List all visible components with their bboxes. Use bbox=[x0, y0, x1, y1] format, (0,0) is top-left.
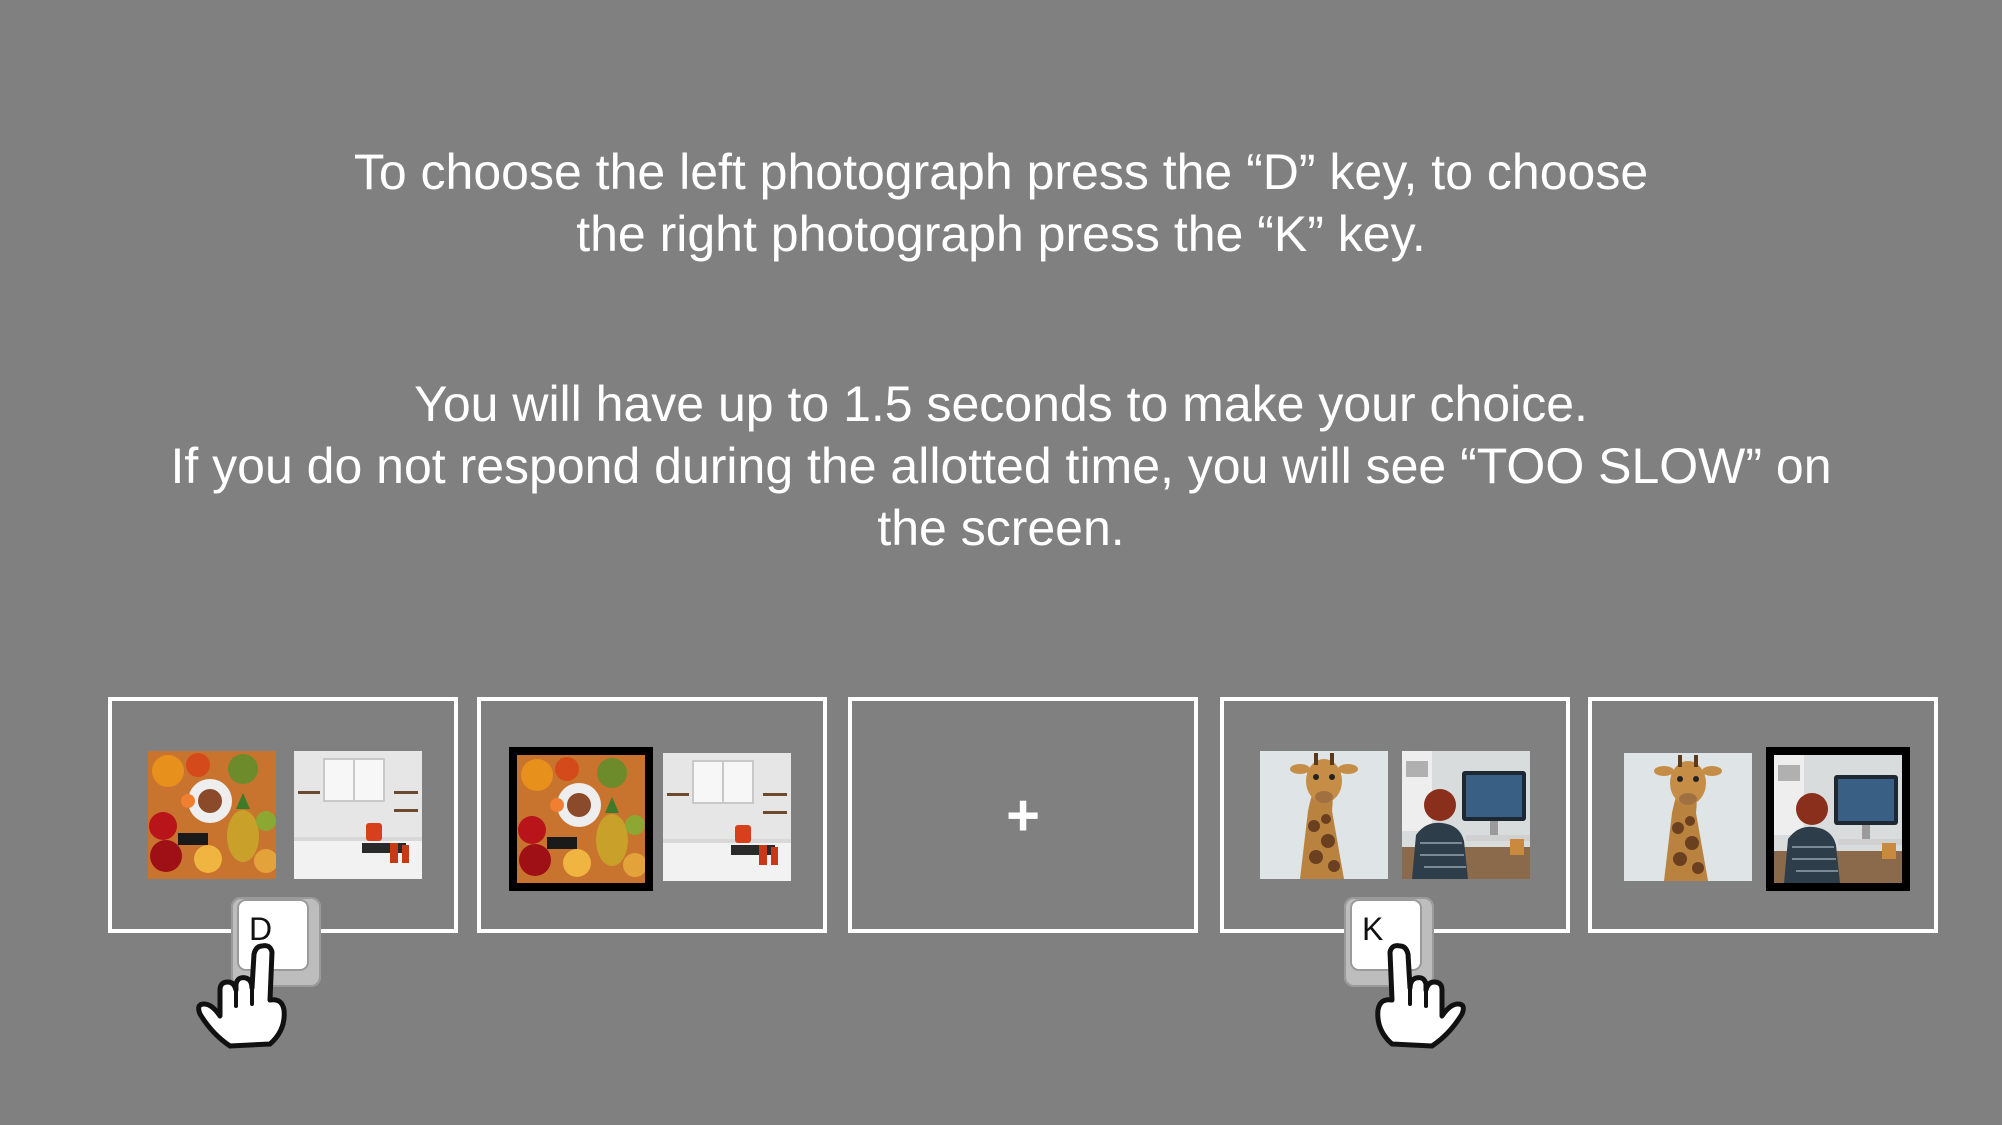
pointing-hand-icon bbox=[1375, 943, 1466, 1049]
trial-panel-2 bbox=[477, 697, 827, 933]
instruction-line-4: If you do not respond during the allotte… bbox=[170, 438, 1832, 494]
person-at-computer-photo bbox=[1402, 751, 1530, 879]
person-at-computer-photo-selected bbox=[1766, 747, 1910, 891]
instruction-timing: You will have up to 1.5 seconds to make … bbox=[0, 373, 2002, 559]
instruction-line-3: You will have up to 1.5 seconds to make … bbox=[414, 376, 1588, 432]
kitchen-photo bbox=[294, 751, 422, 879]
instruction-line-2: the right photograph press the “K” key. bbox=[576, 206, 1426, 262]
instruction-line-5: the screen. bbox=[877, 500, 1125, 556]
fixation-cross: + bbox=[1006, 782, 1040, 848]
food-spread-photo bbox=[148, 751, 276, 879]
kitchen-photo bbox=[663, 753, 791, 881]
fixation-panel: + bbox=[848, 697, 1198, 933]
giraffe-photo bbox=[1260, 751, 1388, 879]
pointing-hand-icon bbox=[196, 943, 287, 1049]
food-spread-photo-selected bbox=[509, 747, 653, 891]
instruction-line-1: To choose the left photograph press the … bbox=[353, 144, 1649, 200]
trial-panel-5 bbox=[1588, 697, 1938, 933]
instruction-keys: To choose the left photograph press the … bbox=[0, 141, 2002, 265]
giraffe-photo bbox=[1624, 753, 1752, 881]
